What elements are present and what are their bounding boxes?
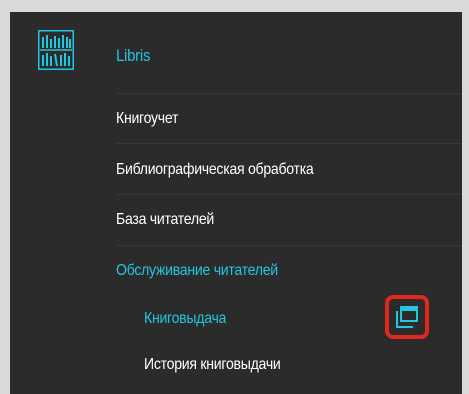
divider xyxy=(116,143,462,144)
nav-item-label: Книговыдача xyxy=(144,310,227,327)
app-title[interactable]: Libris xyxy=(116,46,150,66)
app-header: Libris xyxy=(10,12,462,92)
nav-item-label: База читателей xyxy=(116,211,214,228)
sidebar-panel: Libris Книгоучет Библиографическая обраб… xyxy=(10,12,462,394)
divider xyxy=(116,93,462,94)
divider xyxy=(116,194,462,195)
open-in-new-window-button[interactable] xyxy=(385,295,429,339)
nav-item-reader-database[interactable]: База читателей xyxy=(116,202,462,242)
nav-subitem-lending-history[interactable]: История книговыдачи xyxy=(144,347,462,387)
nav-item-label: История книговыдачи xyxy=(144,356,281,373)
library-books-icon xyxy=(38,30,74,70)
nav-item-label: Обслуживание читателей xyxy=(116,262,278,279)
screenshot-frame: Libris Книгоучет Библиографическая обраб… xyxy=(0,0,469,394)
nav-item-reader-service[interactable]: Обслуживание читателей xyxy=(116,253,462,293)
divider xyxy=(116,245,462,246)
nav-item-label: Книгоучет xyxy=(116,110,179,127)
nav-item-label: Библиографическая обработка xyxy=(116,161,314,178)
nav-item-knigouchet[interactable]: Книгоучет xyxy=(116,101,462,141)
nav-item-bibliographic-processing[interactable]: Библиографическая обработка xyxy=(116,152,462,192)
open-in-new-window-icon xyxy=(396,306,418,328)
